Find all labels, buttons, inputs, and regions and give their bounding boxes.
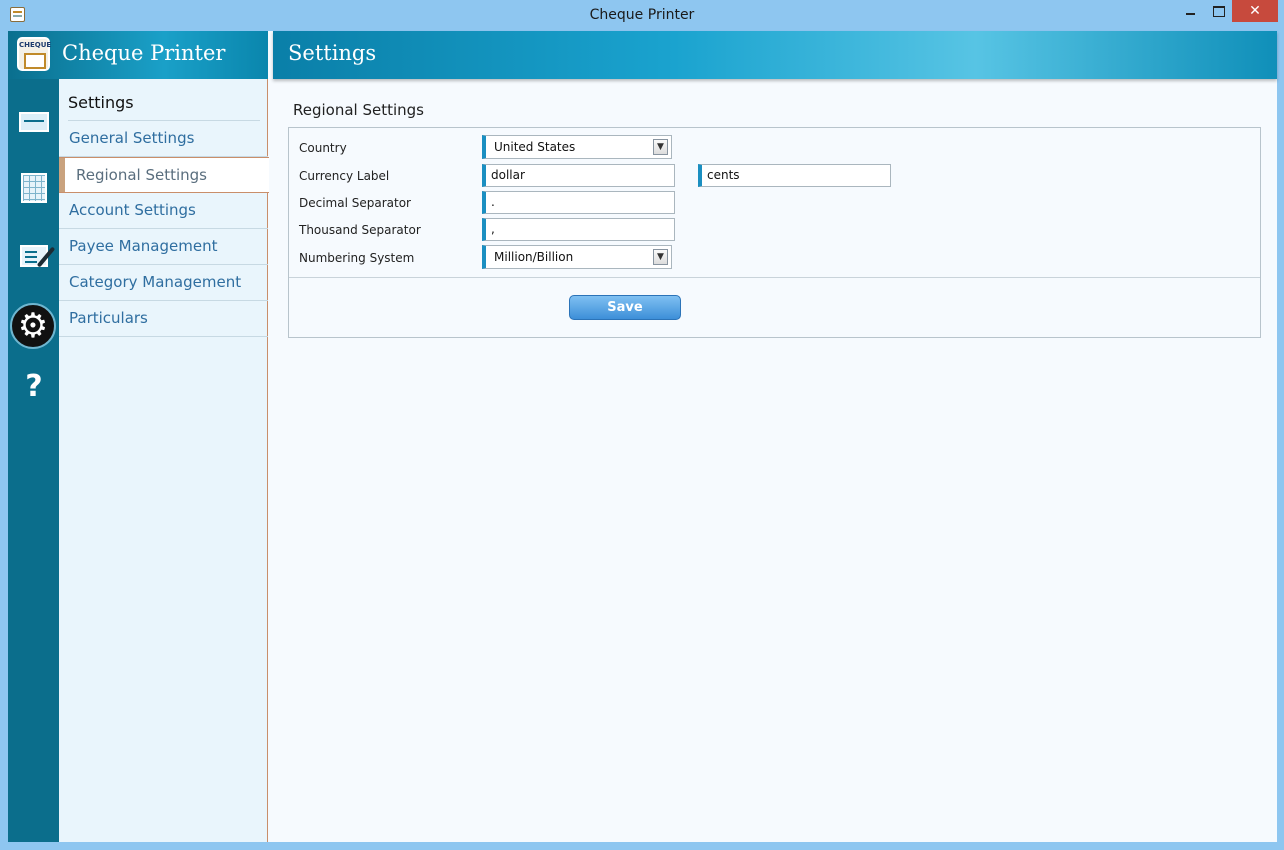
- submenu-item-account-settings[interactable]: Account Settings: [59, 193, 268, 229]
- main-nav-rail: ⚙ ?: [8, 79, 59, 842]
- currency-minor-input[interactable]: cents: [698, 164, 891, 187]
- write-cheque-icon[interactable]: [17, 239, 56, 273]
- submenu-item-payee-management[interactable]: Payee Management: [59, 229, 268, 265]
- window-title: Cheque Printer: [589, 7, 695, 23]
- submenu-item-general-settings[interactable]: General Settings: [59, 121, 268, 157]
- app-name: Cheque Printer: [62, 41, 226, 65]
- gear-icon[interactable]: ⚙: [10, 303, 56, 349]
- maximize-button[interactable]: [1204, 0, 1231, 22]
- submenu-item-particulars[interactable]: Particulars: [59, 301, 268, 337]
- minimize-button[interactable]: [1176, 0, 1203, 22]
- currency-major-input[interactable]: dollar: [482, 164, 675, 187]
- cheque-icon[interactable]: [17, 105, 51, 139]
- country-select[interactable]: United States ▼: [482, 135, 672, 159]
- regional-settings-form: Country United States ▼ Currency Label d…: [288, 127, 1261, 338]
- close-button[interactable]: ✕: [1232, 0, 1278, 22]
- page-title: Settings: [288, 41, 377, 65]
- country-value: United States: [494, 140, 576, 154]
- divider: [289, 277, 1260, 278]
- main-header: Settings: [273, 31, 1277, 79]
- submenu-item-regional-settings[interactable]: Regional Settings: [59, 157, 269, 193]
- country-label: Country: [299, 141, 347, 155]
- currency-label: Currency Label: [299, 169, 390, 183]
- thousand-separator-label: Thousand Separator: [299, 223, 421, 237]
- brand-header: CHEQUE Cheque Printer: [8, 31, 268, 79]
- numbering-system-label: Numbering System: [299, 251, 415, 265]
- settings-submenu: Settings General Settings Regional Setti…: [59, 79, 269, 842]
- decimal-separator-input[interactable]: .: [482, 191, 675, 214]
- submenu-item-category-management[interactable]: Category Management: [59, 265, 268, 301]
- thousand-separator-input[interactable]: ,: [482, 218, 675, 241]
- chevron-down-icon[interactable]: ▼: [653, 249, 668, 265]
- section-title: Regional Settings: [293, 101, 425, 119]
- submenu-heading: Settings: [68, 93, 134, 112]
- title-bar: Cheque Printer ✕: [0, 0, 1284, 31]
- cheque-logo-icon: CHEQUE: [17, 37, 51, 71]
- decimal-separator-label: Decimal Separator: [299, 196, 411, 210]
- numbering-system-value: Million/Billion: [494, 250, 574, 264]
- client-area: CHEQUE Cheque Printer ⚙ ? Settings Gener…: [8, 31, 1277, 842]
- chevron-down-icon[interactable]: ▼: [653, 139, 668, 155]
- help-icon[interactable]: ?: [17, 369, 51, 404]
- save-button[interactable]: Save: [569, 295, 681, 320]
- ledger-icon[interactable]: [17, 171, 51, 205]
- numbering-system-select[interactable]: Million/Billion ▼: [482, 245, 672, 269]
